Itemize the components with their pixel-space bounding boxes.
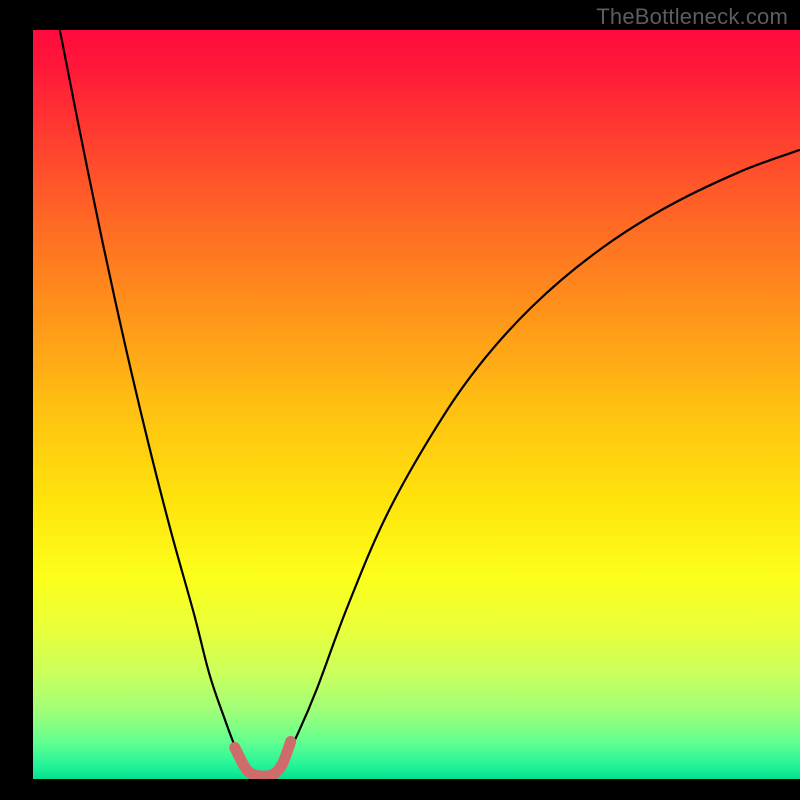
chart-frame: TheBottleneck.com <box>0 0 800 800</box>
bottleneck-chart <box>0 0 800 800</box>
gradient-background <box>33 30 800 779</box>
attribution-label: TheBottleneck.com <box>596 4 788 30</box>
